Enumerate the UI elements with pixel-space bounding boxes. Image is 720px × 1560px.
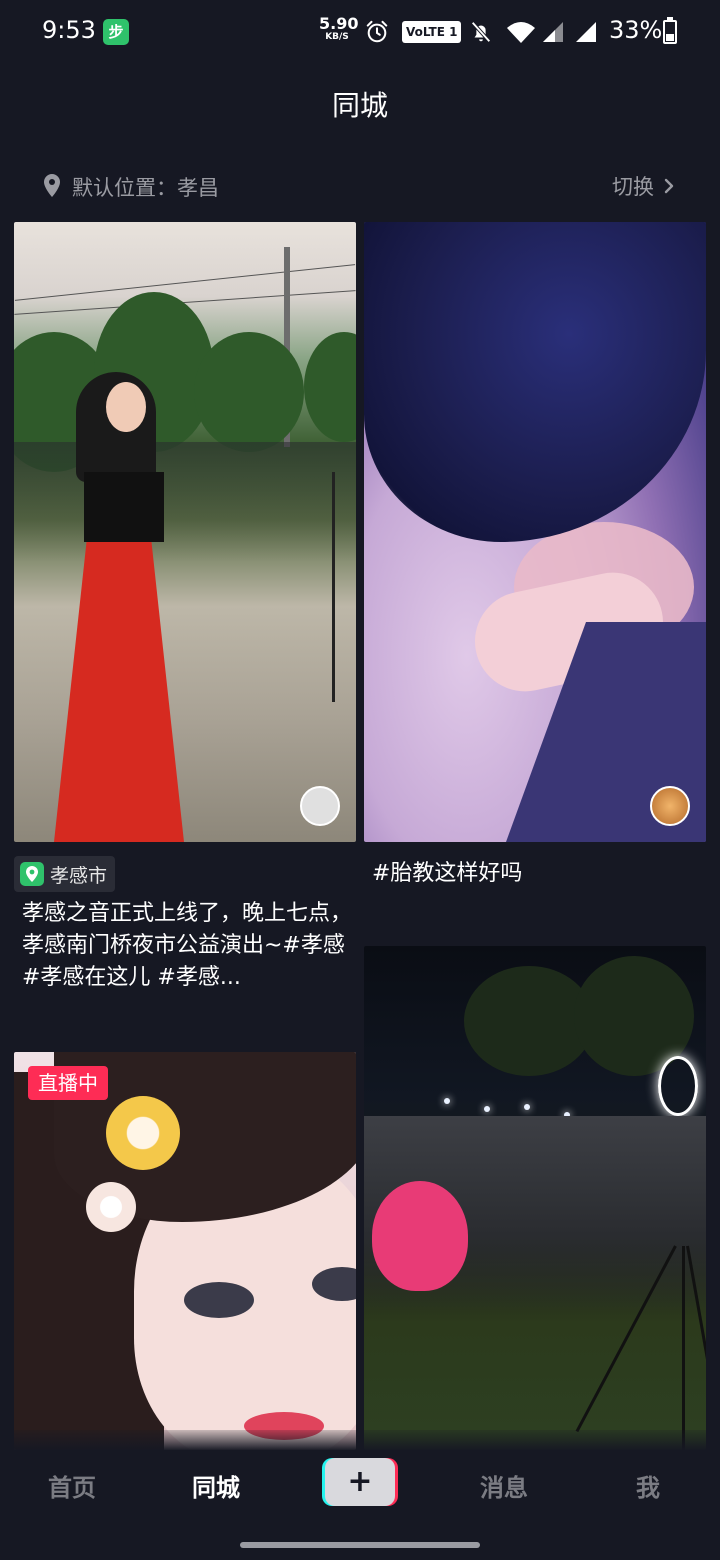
- video-description[interactable]: 孝感之音正式上线了，晚上七点，孝感南门桥夜市公益演出~#孝感 #孝感在这儿 #孝…: [22, 898, 352, 994]
- streamer-eye: [184, 1282, 254, 1318]
- default-location-label: 默认位置：孝昌: [72, 176, 219, 200]
- status-time: 9:53: [42, 16, 96, 44]
- flower-hairclip: [106, 1096, 180, 1170]
- signal-icon: [543, 22, 563, 42]
- location-tag-label: 孝感市: [50, 864, 108, 887]
- signal-icon: [576, 22, 596, 42]
- alarm-icon: [366, 20, 388, 43]
- status-bar: 9:53 步 5.90 KB/S VoLTE 1 33%: [0, 0, 720, 64]
- singer-top: [84, 472, 164, 542]
- balloon: [372, 1181, 468, 1291]
- switch-location-label: 切换: [612, 175, 654, 199]
- video-thumbnail[interactable]: [364, 946, 706, 1450]
- author-avatar[interactable]: [300, 786, 340, 826]
- switch-location-button[interactable]: 切换: [612, 168, 674, 204]
- string-light: [484, 1106, 490, 1112]
- bottom-nav: 首页 同城 + 消息 我: [0, 1430, 720, 1534]
- video-thumbnail[interactable]: [14, 222, 356, 842]
- live-badge: 直播中: [28, 1066, 108, 1100]
- notifications-off-icon: [471, 21, 491, 43]
- battery-percent: 33%: [609, 16, 663, 44]
- tree: [194, 332, 304, 452]
- tripod: [682, 1246, 685, 1450]
- plus-icon: +: [347, 1464, 373, 1499]
- video-thumbnail[interactable]: [364, 222, 706, 842]
- live-stream-thumbnail[interactable]: 直播中: [14, 1052, 356, 1450]
- tab-nearby[interactable]: 同城: [166, 1468, 266, 1503]
- ring-light: [658, 1056, 698, 1116]
- tab-me[interactable]: 我: [598, 1468, 698, 1503]
- location-tag[interactable]: 孝感市: [14, 856, 116, 892]
- author-avatar[interactable]: [650, 786, 690, 826]
- wifi-icon: [507, 22, 535, 43]
- tripod: [332, 472, 335, 702]
- network-speed: 5.90 KB/S: [319, 14, 359, 42]
- string-light: [444, 1098, 450, 1104]
- network-speed-unit: KB/S: [325, 32, 349, 42]
- tab-home[interactable]: 首页: [22, 1468, 122, 1503]
- page-title: 同城: [331, 89, 388, 122]
- battery-level: [666, 34, 674, 41]
- video-description[interactable]: #胎教这样好吗: [372, 858, 702, 890]
- map-pin-icon: [20, 862, 44, 886]
- string-light: [524, 1104, 530, 1110]
- location-pin-icon: [44, 174, 60, 197]
- chevron-right-icon: [664, 178, 674, 194]
- tab-messages[interactable]: 消息: [454, 1468, 554, 1503]
- volte-indicator: VoLTE 1: [402, 21, 462, 43]
- singer-face: [106, 382, 146, 432]
- flower-hairclip: [86, 1182, 136, 1232]
- battery-icon: [663, 17, 677, 44]
- location-bar: 默认位置：孝昌 切换: [0, 164, 720, 208]
- crowd: [14, 442, 356, 562]
- home-indicator[interactable]: [240, 1542, 480, 1548]
- network-speed-value: 5.90: [319, 14, 359, 33]
- create-button[interactable]: +: [322, 1458, 398, 1506]
- app-notification-icon: 步: [103, 19, 129, 45]
